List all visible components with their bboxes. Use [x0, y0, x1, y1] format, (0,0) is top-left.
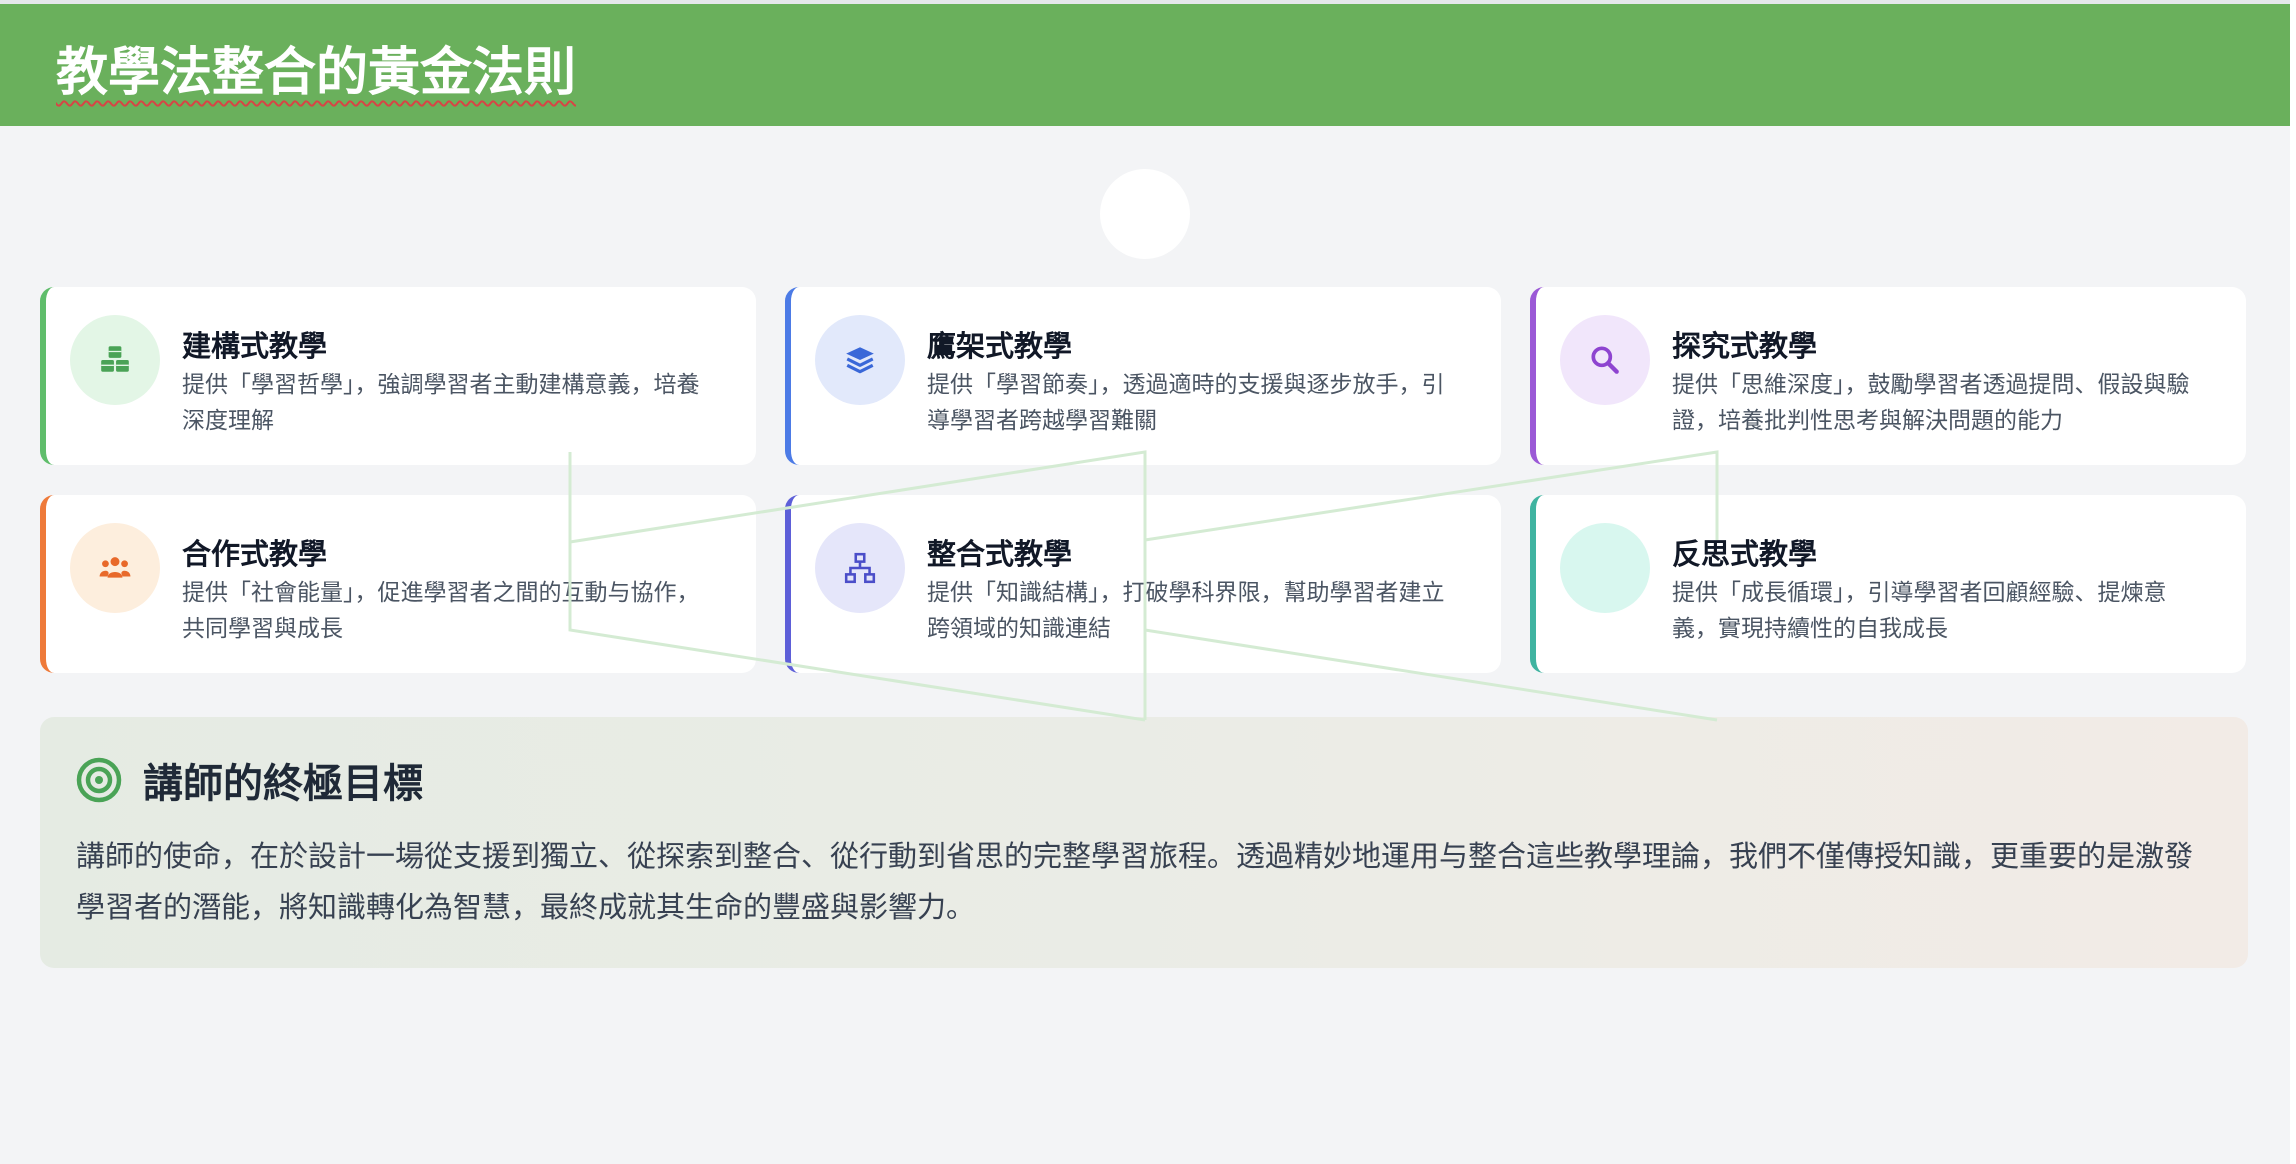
page-title: 教學法整合的黃金法則: [56, 43, 577, 103]
goal-text: 講師的使命，在於設計一場從支援到獨立、從探索到整合、從行動到省思的完整學習旅程。…: [76, 839, 2194, 924]
card-title: 鷹架式教學: [927, 329, 1073, 363]
goal-title: 講師的終極目標: [143, 761, 423, 807]
cubes-icon: [70, 315, 160, 405]
card-title: 合作式教學: [182, 537, 328, 571]
card-title: 整合式教學: [927, 537, 1073, 571]
header-bar: 教學法整合的黃金法則: [0, 4, 2290, 126]
card-inquiry-teaching: 探究式教學 提供「思維深度」，鼓勵學習者透過提問、假設與驗證，培養批判性思考與解…: [1530, 287, 2246, 465]
sitemap-icon: [815, 523, 905, 613]
target-icon: [76, 757, 122, 803]
card-title: 探究式教學: [1672, 329, 1818, 363]
layers-icon: [815, 315, 905, 405]
card-scaffolding-teaching: 鷹架式教學 提供「學習節奏」，透過適時的支援與逐步放手，引導學習者跨越學習難關: [785, 287, 1501, 465]
card-description: 提供「知識結構」，打破學科界限，幫助學習者建立跨領域的知識連結: [927, 580, 1445, 642]
card-description: 提供「社會能量」，促進學習者之間的互動与協作，共同學習與成長: [182, 580, 700, 642]
card-description: 提供「思維深度」，鼓勵學習者透過提問、假設與驗證，培養批判性思考與解決問題的能力: [1672, 372, 2190, 434]
card-reflective-teaching: 反思式教學 提供「成長循環」，引導學習者回顧經驗、提煉意義，實現持續性的自我成長: [1530, 495, 2246, 673]
window-edge: [2290, 0, 2296, 1164]
goal-section: 講師的終極目標 講師的使命，在於設計一場從支援到獨立、從探索到整合、從行動到省思…: [40, 717, 2248, 968]
people-icon: [70, 523, 160, 613]
cycle-icon: [1560, 523, 1650, 613]
card-title: 建構式教學: [182, 329, 328, 363]
center-node: [1100, 169, 1190, 259]
card-title: 反思式教學: [1672, 537, 1818, 571]
card-description: 提供「學習節奏」，透過適時的支援與逐步放手，引導學習者跨越學習難關: [927, 372, 1445, 434]
search-icon: [1560, 315, 1650, 405]
card-integrative-teaching: 整合式教學 提供「知識結構」，打破學科界限，幫助學習者建立跨領域的知識連結: [785, 495, 1501, 673]
card-description: 提供「學習哲學」，強調學習者主動建構意義，培養深度理解: [182, 372, 700, 434]
card-cooperative-teaching: 合作式教學 提供「社會能量」，促進學習者之間的互動与協作，共同學習與成長: [40, 495, 756, 673]
card-description: 提供「成長循環」，引導學習者回顧經驗、提煉意義，實現持續性的自我成長: [1672, 580, 2167, 642]
card-constructive-teaching: 建構式教學 提供「學習哲學」，強調學習者主動建構意義，培養深度理解: [40, 287, 756, 465]
